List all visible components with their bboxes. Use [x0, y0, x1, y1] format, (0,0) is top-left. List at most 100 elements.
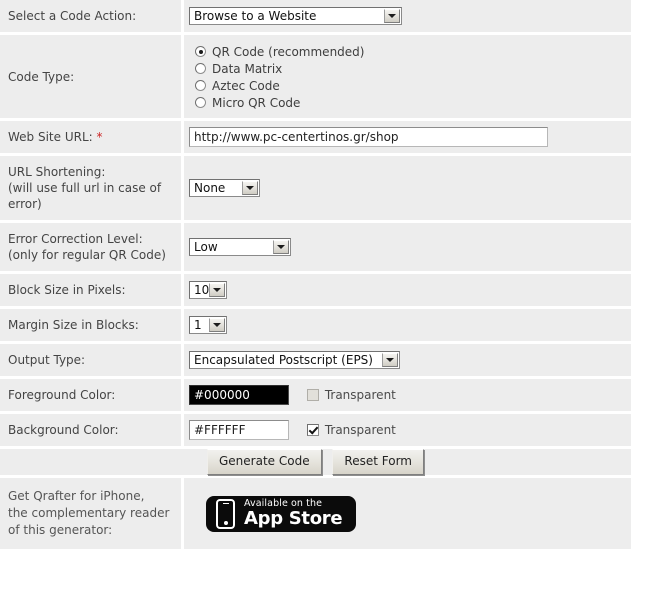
row-url-shortening: URL Shortening: (will use full url in ca… [0, 156, 631, 223]
label-url-shortening-line2: (will use full url in case of [8, 181, 162, 195]
background-transparent-label: Transparent [324, 423, 396, 437]
label-margin-size: Margin Size in Blocks: [0, 309, 184, 344]
label-background-color: Background Color: [0, 414, 184, 449]
background-transparent-checkbox[interactable]: Transparent [306, 423, 396, 437]
radio-label-data-matrix: Data Matrix [212, 61, 283, 76]
promo-line3: of this generator: [8, 523, 113, 537]
field-block-size: 10 [184, 274, 631, 309]
field-background-color: Transparent [184, 414, 631, 449]
generate-code-button[interactable]: Generate Code [207, 449, 322, 475]
label-url-shortening: URL Shortening: (will use full url in ca… [0, 156, 184, 223]
chevron-down-icon[interactable] [382, 353, 398, 367]
row-website-url: Web Site URL: * [0, 121, 631, 156]
label-block-size: Block Size in Pixels: [0, 274, 184, 309]
website-url-input[interactable] [189, 127, 548, 147]
field-url-shortening: None [184, 156, 631, 223]
field-margin-size: 1 [184, 309, 631, 344]
code-generator-form: Select a Code Action: Browse to a Websit… [0, 0, 631, 552]
foreground-color-input[interactable] [189, 385, 289, 405]
checkbox-icon-background-transparent[interactable] [306, 424, 319, 436]
label-foreground-color-text: Foreground Color: [8, 388, 116, 402]
chevron-down-icon[interactable] [273, 240, 289, 254]
row-actions: Generate Code Reset Form [0, 449, 631, 478]
foreground-transparent-label: Transparent [324, 388, 396, 402]
label-background-color-text: Background Color: [8, 423, 119, 437]
app-store-name-text: App Store [244, 508, 343, 530]
row-block-size: Block Size in Pixels: 10 [0, 274, 631, 309]
field-code-type: QR Code (recommended) Data Matrix Aztec … [184, 35, 631, 121]
app-store-badge[interactable]: Available on the App Store [206, 495, 357, 532]
promo-line1: Get Qrafter for iPhone, [8, 489, 145, 503]
chevron-down-icon[interactable] [209, 283, 225, 297]
label-error-correction: Error Correction Level: (only for regula… [0, 223, 184, 274]
margin-size-select[interactable]: 1 [189, 316, 227, 334]
checkbox-icon-foreground-transparent[interactable] [306, 389, 319, 401]
chevron-down-icon[interactable] [242, 181, 258, 195]
block-size-select[interactable]: 10 [189, 281, 227, 299]
label-foreground-color: Foreground Color: [0, 379, 184, 414]
block-size-select-value: 10 [194, 283, 209, 297]
radio-option-aztec-code[interactable]: Aztec Code [195, 78, 631, 93]
code-action-select-value: Browse to a Website [194, 9, 317, 23]
label-code-action: Select a Code Action: [0, 0, 184, 35]
label-url-shortening-line3: error) [8, 197, 42, 211]
label-code-type: Code Type: [0, 35, 184, 121]
radio-icon-data-matrix[interactable] [195, 63, 206, 74]
row-code-action: Select a Code Action: Browse to a Websit… [0, 0, 631, 35]
label-code-action-text: Select a Code Action: [8, 9, 137, 23]
error-correction-select-value: Low [194, 240, 218, 254]
url-shortening-select-value: None [194, 181, 226, 195]
promo-text: Get Qrafter for iPhone, the complementar… [0, 478, 184, 552]
code-type-radio-group: QR Code (recommended) Data Matrix Aztec … [189, 41, 631, 112]
radio-icon-aztec-code[interactable] [195, 80, 206, 91]
label-output-type: Output Type: [0, 344, 184, 379]
reset-form-button[interactable]: Reset Form [332, 449, 424, 475]
margin-size-select-value: 1 [194, 318, 202, 332]
iphone-icon [216, 498, 235, 529]
background-color-input[interactable] [189, 420, 289, 440]
radio-option-micro-qr-code[interactable]: Micro QR Code [195, 95, 631, 110]
radio-label-qr-code: QR Code (recommended) [212, 44, 365, 59]
label-margin-size-text: Margin Size in Blocks: [8, 318, 139, 332]
field-output-type: Encapsulated Postscript (EPS) [184, 344, 631, 379]
promo-badge-cell: Available on the App Store [184, 478, 631, 552]
label-code-type-text: Code Type: [8, 69, 75, 84]
radio-option-data-matrix[interactable]: Data Matrix [195, 61, 631, 76]
field-website-url [184, 121, 631, 156]
label-url-shortening-line1: URL Shortening: [8, 165, 106, 179]
row-margin-size: Margin Size in Blocks: 1 [0, 309, 631, 344]
actions-cell: Generate Code Reset Form [0, 449, 631, 478]
chevron-down-icon[interactable] [384, 9, 400, 23]
row-promo: Get Qrafter for iPhone, the complementar… [0, 478, 631, 552]
label-error-correction-line1: Error Correction Level: [8, 232, 143, 246]
row-foreground-color: Foreground Color: Transparent [0, 379, 631, 414]
row-output-type: Output Type: Encapsulated Postscript (EP… [0, 344, 631, 379]
chevron-down-icon[interactable] [209, 318, 225, 332]
label-block-size-text: Block Size in Pixels: [8, 283, 126, 297]
required-marker: * [96, 130, 103, 144]
foreground-transparent-checkbox[interactable]: Transparent [306, 388, 396, 402]
output-type-select-value: Encapsulated Postscript (EPS) [194, 353, 373, 367]
radio-icon-qr-code[interactable] [195, 46, 206, 57]
field-error-correction: Low [184, 223, 631, 274]
label-website-url: Web Site URL: * [0, 121, 184, 156]
promo-line2: the complementary reader [8, 506, 170, 520]
radio-icon-micro-qr-code[interactable] [195, 97, 206, 108]
label-website-url-text: Web Site URL: [8, 130, 93, 144]
field-code-action: Browse to a Website [184, 0, 631, 35]
row-error-correction: Error Correction Level: (only for regula… [0, 223, 631, 274]
output-type-select[interactable]: Encapsulated Postscript (EPS) [189, 351, 400, 369]
label-output-type-text: Output Type: [8, 353, 86, 367]
radio-label-micro-qr-code: Micro QR Code [212, 95, 301, 110]
radio-label-aztec-code: Aztec Code [212, 78, 280, 93]
error-correction-select[interactable]: Low [189, 238, 291, 256]
row-background-color: Background Color: Transparent [0, 414, 631, 449]
code-action-select[interactable]: Browse to a Website [189, 7, 402, 25]
app-store-badge-text: Available on the App Store [244, 497, 343, 530]
label-error-correction-line2: (only for regular QR Code) [8, 248, 166, 262]
radio-option-qr-code[interactable]: QR Code (recommended) [195, 44, 631, 59]
row-code-type: Code Type: QR Code (recommended) Data Ma… [0, 35, 631, 121]
url-shortening-select[interactable]: None [189, 179, 260, 197]
app-store-available-text: Available on the [244, 497, 323, 509]
field-foreground-color: Transparent [184, 379, 631, 414]
